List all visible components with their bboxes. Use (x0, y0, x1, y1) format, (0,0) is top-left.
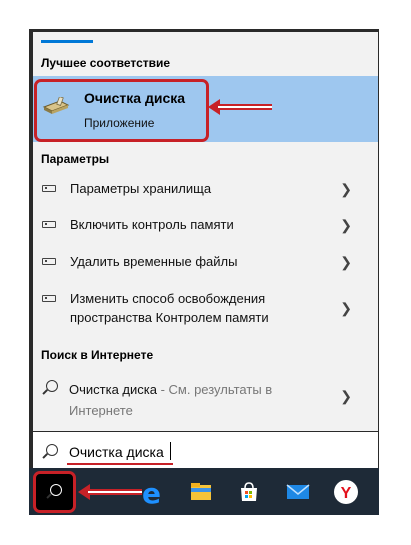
mail-icon[interactable] (285, 479, 311, 505)
settings-item-temp-files[interactable]: Удалить временные файлы ❯ (33, 249, 378, 279)
storage-icon (42, 185, 56, 192)
chevron-right-icon: ❯ (340, 181, 352, 197)
settings-item-label: Удалить временные файлы (70, 254, 238, 269)
settings-item-storage-sense[interactable]: Включить контроль памяти ❯ (33, 212, 378, 242)
search-icon (50, 484, 62, 496)
section-title-settings: Параметры (41, 152, 110, 166)
chevron-right-icon: ❯ (340, 300, 352, 316)
text-cursor (170, 442, 171, 460)
web-query: Очистка диска (69, 382, 157, 397)
annotation-arrow (88, 489, 142, 495)
settings-item-change-sense[interactable]: Изменить способ освобождения пространств… (33, 286, 378, 334)
web-search-text: Очистка диска - См. результаты в Интерне… (69, 379, 309, 421)
settings-item-label: Включить контроль памяти (70, 217, 234, 232)
search-input[interactable]: Очистка диска (69, 444, 164, 460)
file-explorer-icon[interactable] (188, 479, 214, 505)
storage-icon (42, 258, 56, 265)
chevron-right-icon: ❯ (340, 217, 352, 233)
annotation-arrow (218, 104, 272, 110)
yandex-browser-icon[interactable]: Y (333, 479, 359, 505)
storage-icon (42, 221, 56, 228)
section-title-web: Поиск в Интернете (41, 348, 154, 362)
settings-item-label: Параметры хранилища (70, 181, 212, 196)
settings-item-label: Изменить способ освобождения пространств… (70, 291, 269, 325)
annotation-underline (67, 463, 173, 465)
settings-item-storage[interactable]: Параметры хранилища ❯ (33, 176, 378, 206)
chevron-right-icon: ❯ (340, 388, 352, 404)
svg-text:Y: Y (341, 485, 352, 502)
chevron-right-icon: ❯ (340, 254, 352, 270)
active-tab-indicator (41, 40, 93, 43)
storage-icon (42, 295, 56, 302)
search-icon (46, 380, 58, 392)
store-icon[interactable] (236, 479, 262, 505)
search-icon (46, 444, 58, 456)
section-title-best-match: Лучшее соответствие (41, 56, 171, 70)
annotation-highlight-box (34, 79, 209, 142)
edge-icon[interactable]: e (142, 477, 161, 510)
